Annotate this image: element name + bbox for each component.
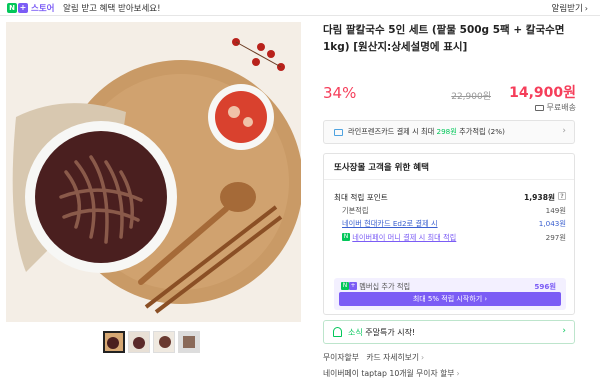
card-text-highlight: 298원 bbox=[436, 127, 457, 136]
money-row: N 네이버페이 머니 결제 시 최대 적립 297원 bbox=[334, 233, 566, 243]
news-banner[interactable]: 소식 주말특가 시작! › bbox=[323, 320, 575, 344]
news-label: 소식 bbox=[348, 328, 363, 337]
max-points-value-wrap: 1,938원? bbox=[524, 192, 566, 203]
money-label-wrap: N 네이버페이 머니 결제 시 최대 적립 bbox=[334, 233, 456, 242]
naver-n-icon: N bbox=[7, 3, 17, 13]
benefit-box: 또사장몰 고객을 위한 혜택 최대 적립 포인트 1,938원? 기본적립 14… bbox=[323, 153, 575, 315]
product-main-image[interactable] bbox=[6, 22, 301, 322]
chevron-right-icon: › bbox=[562, 126, 566, 136]
promo-text: 알림 받고 혜택 받아보세요! bbox=[63, 4, 161, 14]
truck-icon bbox=[534, 104, 544, 111]
max-points-label: 최대 적립 포인트 bbox=[334, 193, 388, 202]
max-points-value: 1,938원 bbox=[523, 193, 555, 202]
benefit-header: 또사장몰 고객을 위한 혜택 bbox=[324, 154, 574, 180]
plus-icon: + bbox=[18, 3, 28, 13]
card-text-prefix: 라인프렌즈카드 결제 시 최대 bbox=[348, 127, 437, 136]
hyundai-card-value: 1,043원 bbox=[538, 219, 566, 228]
naver-n-icon: N bbox=[342, 233, 350, 241]
membership-label: 멤버십 추가 적립 bbox=[359, 282, 411, 291]
top-bar: N + 스토어 알림 받고 혜택 받아보세요! 알림받기 › bbox=[0, 0, 600, 16]
thumbnail-2[interactable] bbox=[128, 331, 150, 353]
membership-value: 596원 bbox=[534, 282, 556, 291]
chevron-right-icon: › bbox=[456, 369, 460, 378]
thumbnail-1[interactable] bbox=[103, 331, 125, 353]
thumbnail-3[interactable] bbox=[153, 331, 175, 353]
discount-rate: 34% bbox=[323, 84, 357, 102]
chevron-right-icon: › bbox=[421, 353, 425, 362]
product-info: 다림 팥칼국수 5인 세트 (팥물 500g 5팩 + 칼국수면 1kg) [원… bbox=[323, 22, 578, 378]
card-detail-link[interactable]: 카드 자세히보기 bbox=[366, 353, 419, 362]
money-link[interactable]: 네이버페이 머니 결제 시 최대 적립 bbox=[352, 233, 456, 242]
membership-start-button[interactable]: 최대 5% 적립 시작하기 › bbox=[339, 292, 561, 306]
alarm-label: 알림받기 bbox=[551, 4, 583, 14]
card-text-suffix: 추가적립 (2%) bbox=[456, 127, 505, 136]
alarm-button[interactable]: 알림받기 › bbox=[552, 2, 588, 14]
card-icon bbox=[334, 129, 343, 136]
basic-points-label: 기본적립 bbox=[342, 206, 369, 215]
thumbnail-4[interactable] bbox=[178, 331, 200, 353]
card-benefit-text: 라인프렌즈카드 결제 시 최대 298원 추가적립 (2%) bbox=[348, 127, 505, 137]
max-points-row: 최대 적립 포인트 1,938원? bbox=[334, 192, 566, 203]
product-photo bbox=[6, 22, 301, 322]
sale-price: 14,900원 bbox=[509, 85, 576, 101]
money-value: 297원 bbox=[545, 233, 566, 242]
store-label[interactable]: 스토어 bbox=[31, 2, 54, 14]
naver-n-icon: N bbox=[341, 282, 349, 290]
help-icon[interactable]: ? bbox=[558, 192, 566, 200]
installment-label: 무이자할부 bbox=[323, 353, 359, 362]
news-title: 주말특가 시작! bbox=[362, 328, 416, 337]
card-benefit-banner[interactable]: 라인프렌즈카드 결제 시 최대 298원 추가적립 (2%) › bbox=[323, 120, 575, 144]
taptap-label: 네이버페이 taptap 10개월 무이자 할부 bbox=[323, 369, 455, 378]
news-text: 소식 주말특가 시작! bbox=[348, 327, 415, 338]
shipping-info: 무료배송 bbox=[534, 102, 576, 113]
taptap-row[interactable]: 네이버페이 taptap 10개월 무이자 할부 › bbox=[323, 368, 460, 379]
plus-icon: + bbox=[349, 282, 357, 290]
membership-box: N + 멤버십 추가 적립 596원 최대 5% 적립 시작하기 › bbox=[334, 278, 566, 310]
hyundai-card-row: 네이버 현대카드 Ed2로 결제 시 1,043원 bbox=[334, 219, 566, 229]
thumbnail-list bbox=[103, 331, 200, 353]
product-title: 다림 팥칼국수 5인 세트 (팥물 500g 5팩 + 칼국수면 1kg) [원… bbox=[323, 24, 565, 53]
chevron-right-icon: › bbox=[562, 326, 566, 336]
bell-icon bbox=[333, 327, 342, 337]
hyundai-card-link[interactable]: 네이버 현대카드 Ed2로 결제 시 bbox=[334, 219, 438, 228]
shipping-label: 무료배송 bbox=[546, 103, 576, 112]
basic-points-row: 기본적립 149원 bbox=[334, 206, 566, 216]
basic-points-value: 149원 bbox=[545, 206, 566, 215]
membership-label-wrap: N + 멤버십 추가 적립 bbox=[341, 282, 410, 292]
installment-row: 무이자할부 카드 자세히보기 › bbox=[323, 352, 424, 363]
original-price: 22,900원 bbox=[451, 92, 491, 102]
chevron-right-icon: › bbox=[584, 4, 588, 13]
